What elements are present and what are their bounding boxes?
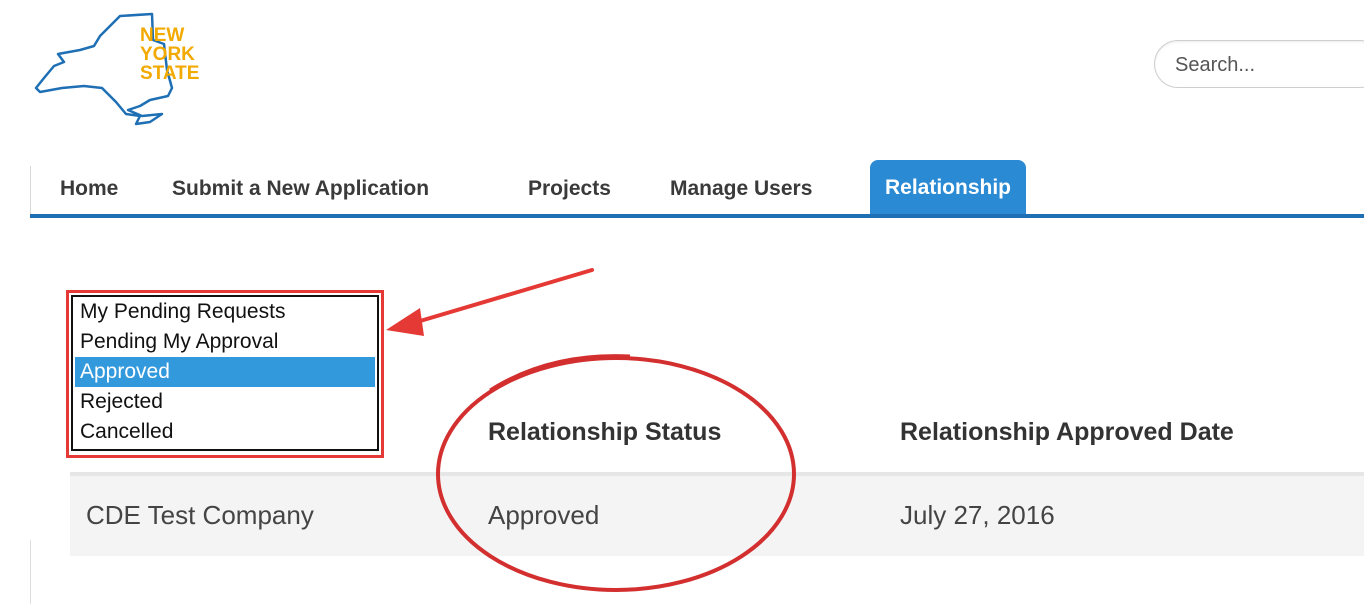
tab-submit-new-application[interactable]: Submit a New Application <box>172 164 429 214</box>
status-filter-listbox[interactable]: My Pending Requests Pending My Approval … <box>71 295 379 451</box>
logo-line-2: YORK <box>140 44 195 65</box>
cell-company[interactable]: CDE Test Company <box>86 500 314 531</box>
cell-approved-date: July 27, 2016 <box>900 500 1055 530</box>
search-input[interactable] <box>1173 51 1357 79</box>
option-my-pending-requests[interactable]: My Pending Requests <box>75 297 375 327</box>
search-box[interactable] <box>1154 40 1364 88</box>
tab-manage-users[interactable]: Manage Users <box>670 164 812 214</box>
logo-line-1: NEW <box>140 25 185 46</box>
logo-line-3: STATE <box>140 63 200 84</box>
tab-projects[interactable]: Projects <box>528 164 611 214</box>
option-pending-my-approval[interactable]: Pending My Approval <box>75 327 375 357</box>
option-approved[interactable]: Approved <box>75 357 375 387</box>
tab-home[interactable]: Home <box>60 164 118 214</box>
option-cancelled[interactable]: Cancelled <box>75 417 375 447</box>
nys-logo[interactable]: NEW YORK STATE <box>32 10 222 130</box>
nav-divider <box>30 166 31 216</box>
nav-underline <box>30 214 1364 218</box>
column-header-relationship-approved-date[interactable]: Relationship Approved Date <box>900 418 1234 447</box>
option-rejected[interactable]: Rejected <box>75 387 375 417</box>
page-divider <box>30 540 31 604</box>
tab-relationship[interactable]: Relationship <box>870 160 1027 216</box>
annotation-circle-icon <box>436 354 796 592</box>
main-nav: Home Submit a New Application Projects M… <box>30 158 1364 220</box>
logo-wordmark: NEW YORK STATE <box>140 26 199 83</box>
annotation-arrow-icon <box>386 268 594 336</box>
